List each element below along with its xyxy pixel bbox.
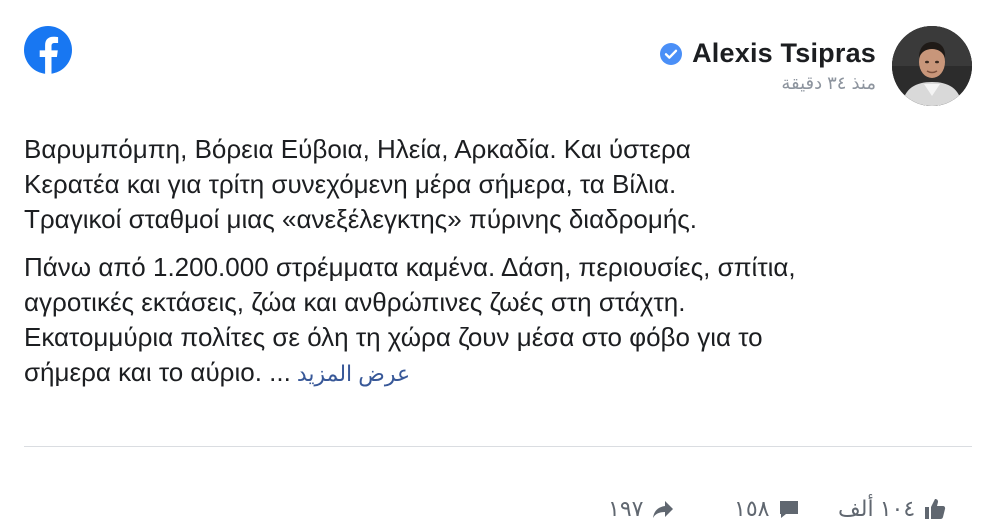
share-arrow-icon [653, 501, 674, 518]
post-line: Κερατέα και για τρίτη συνεχόμενη μέρα σή… [24, 169, 677, 199]
avatar[interactable] [892, 26, 972, 106]
author-name[interactable]: Alexis Tsipras [692, 38, 876, 69]
author-info: Alexis Tsipras منذ ٣٤ دقيقة [660, 38, 876, 94]
post-line: Εκατομμύρια πολίτες σε όλη τη χώρα ζουν … [24, 322, 763, 352]
comments-count: ١٥٨ [734, 496, 770, 521]
facebook-post-card: Alexis Tsipras منذ ٣٤ دقيقة Βαρυμπόμπη, … [0, 0, 996, 521]
author-name-row: Alexis Tsipras [660, 38, 876, 69]
post-line: σήμερα και το αύριο. ... [24, 357, 291, 387]
post-header: Alexis Tsipras منذ ٣٤ دقيقة [660, 26, 972, 106]
verified-badge-icon [660, 42, 683, 65]
like-thumb-icon [925, 499, 946, 519]
post-timestamp[interactable]: منذ ٣٤ دقيقة [781, 73, 876, 94]
post-paragraph-2: Πάνω από 1.200.000 στρέμματα καμένα. Δάσ… [24, 250, 974, 391]
likes-count: ١٠٤ ألف [838, 496, 916, 521]
divider [24, 446, 972, 447]
shares-stat[interactable]: ١٩٧ [608, 496, 675, 522]
profile-photo [892, 26, 972, 106]
see-more-link[interactable]: عرض المزيد [297, 361, 410, 386]
post-body: Βαρυμπόμπη, Βόρεια Εύβοια, Ηλεία, Αρκαδί… [24, 132, 974, 404]
likes-stat[interactable]: ١٠٤ ألف [838, 496, 947, 522]
facebook-logo-icon[interactable] [24, 26, 72, 74]
post-last-line: σήμερα και το αύριο. ... عرض المزيد [24, 355, 974, 391]
post-line: Τραγικοί σταθμοί μιας «ανεξέλεγκτης» πύρ… [24, 204, 698, 234]
post-line: Πάνω από 1.200.000 στρέμματα καμένα. Δάσ… [24, 252, 796, 282]
post-paragraph-1: Βαρυμπόμπη, Βόρεια Εύβοια, Ηλεία, Αρκαδί… [24, 132, 974, 237]
post-footer: ١٩٧ ١٥٨ ١٠٤ ألف [0, 488, 996, 528]
post-line: αγροτικές εκτάσεις, ζώα και ανθρώπινες ζ… [24, 287, 686, 317]
comments-stat[interactable]: ١٥٨ [734, 496, 801, 522]
shares-count: ١٩٧ [608, 496, 644, 521]
comment-icon [780, 501, 799, 518]
post-line: Βαρυμπόμπη, Βόρεια Εύβοια, Ηλεία, Αρκαδί… [24, 134, 691, 164]
